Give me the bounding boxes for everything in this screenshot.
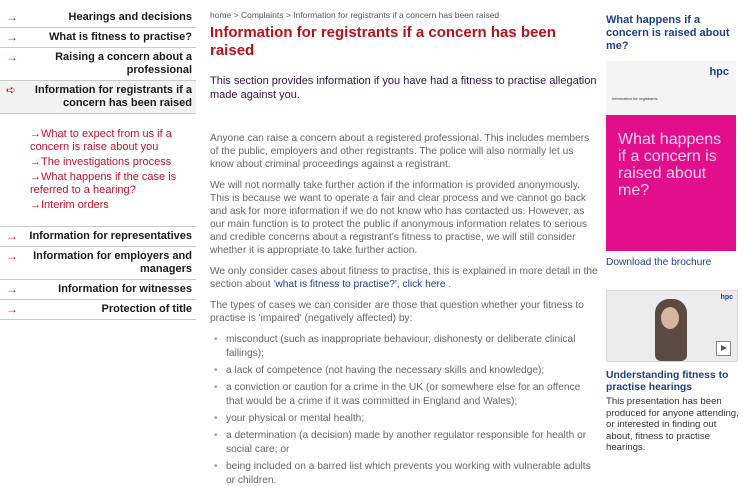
video-description: This presentation has been produced for … [606,396,739,453]
subnav-item-expect[interactable]: →What to expect from us if a concern is … [30,128,192,154]
subnav-label: Interim orders [41,199,109,211]
nav-item-hearings[interactable]: → Hearings and decisions [0,8,196,28]
hpc-logo: hpc [709,66,729,78]
nav-item-fitness[interactable]: → What is fitness to practise? [0,28,196,48]
paragraph-text: . [445,279,452,290]
brochure-heading: What happens if a concern is raised abou… [606,14,730,52]
nav-item-witnesses[interactable]: → Information for witnesses [0,280,196,300]
subnav-label: What happens if the case is referred to … [30,171,177,196]
list-item: a lack of competence (not having the nec… [210,364,598,378]
video-title-link[interactable]: Understanding fitness to practise hearin… [606,370,744,394]
nav-item-label: What is fitness to practise? [48,31,192,43]
subnav-label: What to expect from us if a concern is r… [30,128,172,153]
subnav-item-interim[interactable]: →Interim orders [30,199,192,212]
nav-item-employers[interactable]: → Information for employers and managers [0,247,196,280]
paragraph: Anyone can raise a concern about a regis… [210,133,590,170]
download-brochure-link[interactable]: Download the brochure [606,257,744,268]
nav-item-label: Hearings and decisions [68,11,192,23]
right-column: What happens if a concern is raised abou… [606,14,744,454]
presenter-face [661,307,679,329]
nav-item-label: Raising a concern about a professional [55,51,192,76]
list-item: misconduct (such as inappropriate behavi… [210,333,598,361]
arrow-icon: → [6,50,18,64]
list-item: a determination (a decision) made by ano… [210,429,598,457]
brochure-title: What happens if a concern is raised abou… [618,131,722,199]
subnav-item-investigations[interactable]: →The investigations process [30,156,192,169]
brochure-header: hpc Information for registrants [606,61,736,115]
nav-item-label: Information for employers and managers [33,250,192,275]
list-item: being included on a barred list which pr… [210,460,598,488]
subnav: →What to expect from us if a concern is … [0,114,196,227]
page-title: Information for registrants if a concern… [210,24,556,59]
nav-item-label: Information for witnesses [58,283,192,295]
arrow-icon: → [6,10,18,24]
sidebar-nav: → Hearings and decisions → What is fitness… [0,8,196,320]
impairment-list: misconduct (such as inappropriate behavi… [210,333,598,488]
arrow-icon: → [6,249,18,263]
arrow-icon: → [6,302,18,316]
nav-item-representatives[interactable]: → Information for representatives [0,227,196,247]
play-icon[interactable] [716,341,731,356]
list-item: your physical or mental health; [210,412,598,426]
nav-item-label: Protection of title [101,303,192,315]
video-thumbnail[interactable]: hpc [606,290,738,362]
nav-item-label: Information for registrants if a concern… [34,84,192,109]
arrow-icon: → [30,156,41,168]
brochure-cover[interactable]: hpc Information for registrants What hap… [606,61,736,251]
arrow-icon: → [30,128,41,140]
nav-item-raising-concern[interactable]: → Raising a concern about a professional [0,48,196,81]
active-arrow-icon: ➪ [6,83,17,97]
nav-item-label: Information for representatives [29,230,192,242]
list-item: a conviction or caution for a crime in t… [210,381,598,409]
subnav-item-hearing[interactable]: →What happens if the case is referred to… [30,171,192,197]
arrow-icon: → [6,282,18,296]
hpc-logo: hpc [720,294,733,301]
arrow-icon: → [6,30,18,44]
paragraph: We only consider cases about fitness to … [210,265,598,291]
arrow-icon: → [30,199,41,211]
nav-item-protection[interactable]: → Protection of title [0,300,196,320]
main-content: home > Complaints > Information for regi… [210,10,598,491]
breadcrumb: home > Complaints > Information for regi… [210,10,500,20]
brochure-subtitle: Information for registrants [612,96,658,101]
arrow-icon: → [30,171,41,183]
subnav-label: The investigations process [41,156,172,168]
intro-text: This section provides information if you… [210,75,597,101]
arrow-icon: → [6,229,18,243]
fitness-to-practise-link[interactable]: what is fitness to practise?', click her… [275,279,445,290]
paragraph: We will not normally take further action… [210,180,588,256]
paragraph: The types of cases we can consider are t… [210,300,584,324]
nav-item-registrants[interactable]: ➪ Information for registrants if a concer… [0,81,196,114]
